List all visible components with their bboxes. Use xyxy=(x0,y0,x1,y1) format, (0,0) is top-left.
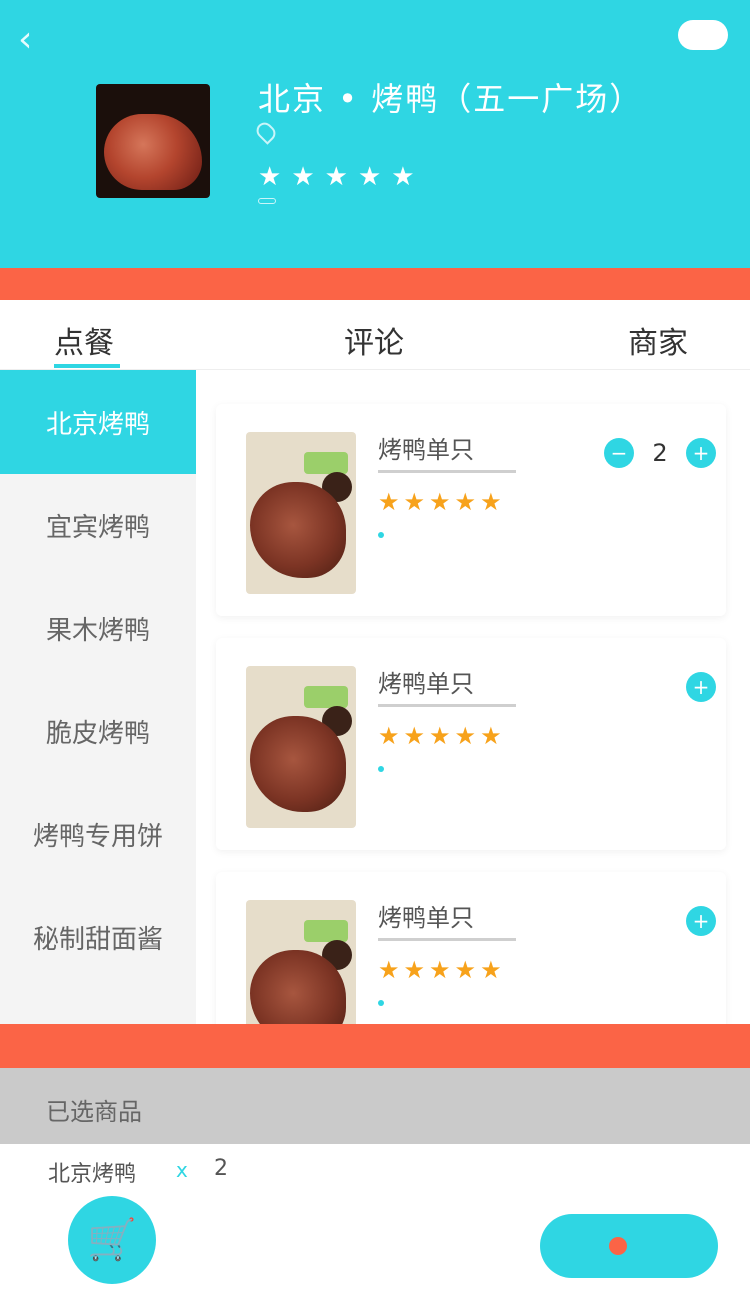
star-icon: ★ xyxy=(429,722,451,750)
star-icon: ★ xyxy=(291,162,315,192)
item-image xyxy=(246,900,356,1024)
item-rating: ★ ★ ★ ★ ★ xyxy=(378,724,502,748)
star-icon: ★ xyxy=(454,488,477,516)
back-icon[interactable]: ‹ xyxy=(18,20,54,60)
sidebar-item-crispy-roast-duck[interactable]: 脆皮烤鸭 xyxy=(0,680,196,783)
list-item[interactable]: 烤鸭单只 ★ ★ ★ ★ ★ + xyxy=(216,638,726,850)
checkout-dot-icon xyxy=(609,1237,627,1255)
sidebar-item-duck-pancake[interactable]: 烤鸭专用饼 xyxy=(0,783,196,886)
logo-caption xyxy=(96,84,210,110)
star-icon: ★ xyxy=(403,722,426,750)
item-name: 烤鸭单只 xyxy=(378,670,474,698)
star-icon: ★ xyxy=(391,162,415,192)
active-tab-indicator xyxy=(54,364,120,368)
sidebar-item-yibin-roast-duck[interactable]: 宜宾烤鸭 xyxy=(0,474,196,577)
list-item[interactable]: 烤鸭单只 ★ ★ ★ ★ ★ − 2 + xyxy=(216,404,726,616)
tab-bar: 点餐 评论 商家 xyxy=(0,300,750,370)
selected-item-name: 北京烤鸭 xyxy=(48,1162,137,1187)
star-icon: ★ xyxy=(378,722,400,750)
min-order-bar xyxy=(0,1024,750,1068)
quantity-stepper: − 2 + xyxy=(604,438,716,468)
roast-duck-image xyxy=(104,114,202,190)
item-image xyxy=(246,666,356,828)
item-image xyxy=(246,432,356,594)
list-item[interactable]: 烤鸭单只 ★ ★ ★ ★ ★ + xyxy=(216,872,726,1024)
shop-address xyxy=(253,119,284,145)
star-icon: ★ xyxy=(480,488,502,516)
tab-merchant[interactable]: 商家 xyxy=(628,318,688,362)
plus-button[interactable]: + xyxy=(686,906,716,936)
selected-item-row: 北京烤鸭 x 2 xyxy=(0,1144,750,1196)
shop-name: 北京 • 烤鸭（五一广场） xyxy=(258,80,644,118)
delivery-info xyxy=(258,198,288,204)
sidebar-item-beijing-roast-duck[interactable]: 北京烤鸭 xyxy=(0,370,196,474)
divider xyxy=(378,938,516,941)
selected-items-header: 已选商品 xyxy=(0,1068,750,1144)
star-icon: ★ xyxy=(378,488,400,516)
item-rating: ★ ★ ★ ★ ★ xyxy=(378,490,502,514)
minus-button[interactable]: − xyxy=(604,438,634,468)
star-icon: ★ xyxy=(403,956,426,984)
cart-button[interactable]: 🛒 xyxy=(68,1196,156,1284)
category-sidebar: 北京烤鸭 宜宾烤鸭 果木烤鸭 脆皮烤鸭 烤鸭专用饼 秘制甜面酱 xyxy=(0,370,196,1024)
item-stats xyxy=(378,766,388,772)
sidebar-item-fruitwood-roast-duck[interactable]: 果木烤鸭 xyxy=(0,577,196,680)
star-icon: ★ xyxy=(454,956,477,984)
star-icon: ★ xyxy=(429,956,451,984)
checkout-button[interactable] xyxy=(540,1214,718,1278)
tab-order[interactable]: 点餐 xyxy=(54,318,114,362)
cart-footer: 🛒 xyxy=(0,1196,750,1296)
star-icon: ★ xyxy=(480,956,502,984)
divider xyxy=(378,470,516,473)
shop-header: ‹ 北京 • 烤鸭（五一广场） ★ ★ ★ ★ ★ xyxy=(0,0,750,268)
share-pill[interactable] xyxy=(678,20,728,50)
sidebar-item-sweet-bean-sauce[interactable]: 秘制甜面酱 xyxy=(0,886,196,989)
sidebar-item-more[interactable] xyxy=(0,989,196,1024)
star-icon: ★ xyxy=(429,488,451,516)
shop-rating: ★ ★ ★ ★ ★ xyxy=(258,164,415,190)
item-list: 烤鸭单只 ★ ★ ★ ★ ★ − 2 + 烤鸭单只 ★ ★ ★ ★ ★ + 烤鸭… xyxy=(196,370,750,1024)
item-stats xyxy=(378,532,388,538)
location-pin-icon xyxy=(253,119,279,145)
item-rating: ★ ★ ★ ★ ★ xyxy=(378,958,502,982)
item-name: 烤鸭单只 xyxy=(378,904,474,932)
star-icon: ★ xyxy=(324,162,348,192)
shop-logo xyxy=(96,84,210,198)
item-name: 烤鸭单只 xyxy=(378,436,474,464)
cart-icon: 🛒 xyxy=(87,1217,137,1263)
star-icon: ★ xyxy=(454,722,477,750)
star-icon: ★ xyxy=(357,162,382,192)
item-stats xyxy=(378,1000,388,1006)
notice-bar xyxy=(0,268,750,300)
star-icon: ★ xyxy=(378,956,400,984)
plus-button[interactable]: + xyxy=(686,672,716,702)
selected-item-quantity: 2 xyxy=(214,1156,228,1181)
quantity-stepper: + xyxy=(686,906,716,936)
selected-items-label: 已选商品 xyxy=(46,1098,142,1126)
item-quantity: 2 xyxy=(652,439,668,467)
quantity-stepper: + xyxy=(686,672,716,702)
tab-review[interactable]: 评论 xyxy=(344,318,404,362)
times-sign: x xyxy=(176,1158,188,1182)
star-icon: ★ xyxy=(403,488,426,516)
star-icon: ★ xyxy=(258,162,282,192)
star-icon: ★ xyxy=(480,722,502,750)
delivery-tag xyxy=(258,198,276,204)
plus-button[interactable]: + xyxy=(686,438,716,468)
divider xyxy=(378,704,516,707)
